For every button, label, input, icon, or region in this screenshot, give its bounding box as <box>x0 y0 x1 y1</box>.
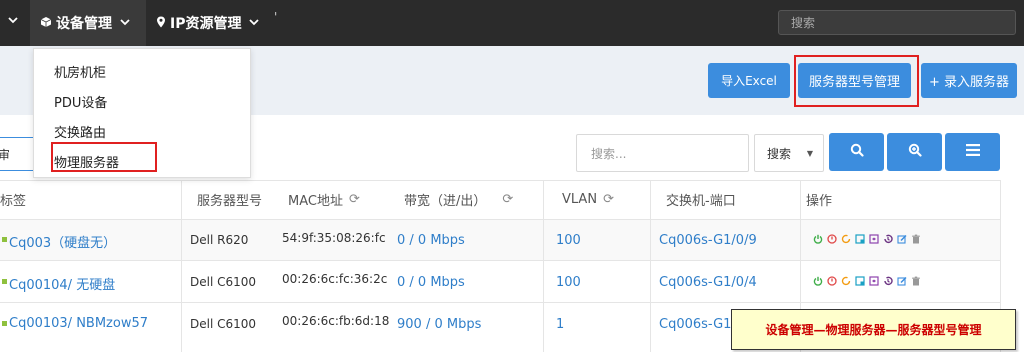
row-operations <box>813 234 921 244</box>
table-row-border <box>0 260 1001 261</box>
row-status-square <box>2 237 7 242</box>
column-menu-button[interactable] <box>945 133 1000 171</box>
header-switch-port[interactable]: 交换机-端口 <box>666 190 736 209</box>
refresh-icon[interactable]: ⟳ <box>603 192 614 207</box>
top-navbar: 设备管理 IP资源管理 ' 搜索 <box>0 0 1024 46</box>
col-divider <box>543 180 544 352</box>
table-search-placeholder: 搜索... <box>591 146 627 161</box>
row-label-link[interactable]: Cq00103/ NBMzow57 <box>9 316 148 331</box>
global-search-input[interactable]: 搜索 <box>778 10 1016 35</box>
nav-device-management[interactable]: 设备管理 <box>30 0 146 46</box>
caret-down-icon: ▼ <box>806 149 813 158</box>
chevron-down-icon <box>249 17 260 30</box>
chevron-down-icon <box>120 17 130 30</box>
search-select-value: 搜索 <box>767 146 792 161</box>
row-bandwidth[interactable]: 900 / 0 Mbps <box>397 317 481 332</box>
row-model: Dell C6100 <box>190 275 257 289</box>
row-mac: 54:9f:35:08:26:fc <box>282 231 386 245</box>
row-label-link[interactable]: Cq00104/ 无硬盘 <box>9 274 115 293</box>
annotation-callout: 设备管理—物理服务器—服务器型号管理 <box>731 309 1016 350</box>
chevron-down-icon[interactable] <box>8 14 18 28</box>
row-bandwidth[interactable]: 0 / 0 Mbps <box>397 233 465 248</box>
power-icon[interactable] <box>813 234 823 244</box>
row-operations <box>813 276 921 286</box>
header-bandwidth-label: 带宽（进/出） <box>404 193 487 209</box>
device-management-dropdown: 机房机柜 PDU设备 交换路由 物理服务器 <box>33 48 251 178</box>
monitor-icon[interactable] <box>869 276 879 286</box>
header-label[interactable]: 标签 <box>0 190 26 209</box>
row-switch-port[interactable]: Cq006s-G1/0/4 <box>659 275 757 290</box>
table-top-border <box>0 180 1001 181</box>
zoom-in-icon <box>908 143 922 161</box>
row-switch-port[interactable]: Cq006s-G1/0/9 <box>659 233 757 248</box>
table-search-input[interactable]: 搜索... <box>576 134 749 172</box>
add-server-button[interactable]: + 录入服务器 <box>921 63 1017 98</box>
global-search-placeholder: 搜索 <box>791 16 816 30</box>
refresh-icon[interactable]: ⟳ <box>502 192 513 207</box>
import-excel-button[interactable]: 导入Excel <box>708 63 790 98</box>
row-status-square <box>2 321 7 326</box>
filter-input-value: 审 <box>0 147 11 162</box>
header-bandwidth[interactable]: 带宽（进/出） ⟳ <box>404 190 513 209</box>
menu-item-rack[interactable]: 机房机柜 <box>54 62 106 81</box>
row-vlan[interactable]: 1 <box>556 317 564 332</box>
console-icon[interactable] <box>855 276 865 286</box>
header-server-model[interactable]: 服务器型号 <box>197 190 262 209</box>
cube-icon <box>40 16 52 31</box>
header-vlan[interactable]: VLAN ⟳ <box>562 190 614 208</box>
nav-device-management-label: 设备管理 <box>56 16 112 32</box>
refresh-icon[interactable]: ⟳ <box>349 192 360 207</box>
row-label-link[interactable]: Cq003（硬盘无） <box>9 232 116 251</box>
row-vlan[interactable]: 100 <box>556 233 581 248</box>
row-switch-port[interactable]: Cq006s-G1/ <box>659 317 736 332</box>
row-model: Dell R620 <box>190 233 249 247</box>
row-model: Dell C6100 <box>190 317 257 331</box>
restart-icon[interactable] <box>841 234 851 244</box>
trash-icon[interactable] <box>911 276 921 286</box>
nav-ip-resource-management[interactable]: IP资源管理 <box>156 0 266 46</box>
header-mac[interactable]: MAC地址 ⟳ <box>288 190 360 209</box>
stop-icon[interactable] <box>827 276 837 286</box>
table-row-border <box>0 302 1001 303</box>
monitor-icon[interactable] <box>869 234 879 244</box>
edit-icon[interactable] <box>897 276 907 286</box>
nav-ip-resource-label: IP资源管理 <box>170 16 242 32</box>
header-vlan-label: VLAN <box>562 191 598 207</box>
row-mac: 00:26:6c:fb:6d:18 <box>282 314 390 328</box>
row-vlan[interactable]: 100 <box>556 275 581 290</box>
search-button[interactable] <box>829 133 884 171</box>
edit-icon[interactable] <box>897 234 907 244</box>
console-icon[interactable] <box>855 234 865 244</box>
menu-item-pdu[interactable]: PDU设备 <box>54 92 107 111</box>
search-icon <box>850 143 864 161</box>
stop-icon[interactable] <box>827 234 837 244</box>
restart-icon[interactable] <box>841 276 851 286</box>
bars-icon <box>965 144 980 160</box>
row-status-square <box>2 279 7 284</box>
history-icon[interactable] <box>883 276 893 286</box>
history-icon[interactable] <box>883 234 893 244</box>
physical-server-highlight-box <box>51 142 157 172</box>
server-model-highlight-box <box>794 55 919 107</box>
header-mac-label: MAC地址 <box>288 193 343 209</box>
col-divider <box>181 180 182 352</box>
nav-separator-tick: ' <box>274 10 278 24</box>
power-icon[interactable] <box>813 276 823 286</box>
advanced-search-button[interactable] <box>887 133 942 171</box>
row-bandwidth[interactable]: 0 / 0 Mbps <box>397 275 465 290</box>
menu-item-switch-router[interactable]: 交换路由 <box>54 122 106 141</box>
col-divider <box>650 180 651 352</box>
search-field-select[interactable]: 搜索 ▼ <box>754 134 824 172</box>
header-operations: 操作 <box>806 193 833 209</box>
map-marker-icon <box>156 16 166 31</box>
trash-icon[interactable] <box>911 234 921 244</box>
row-mac: 00:26:6c:fc:36:2c <box>282 272 388 286</box>
